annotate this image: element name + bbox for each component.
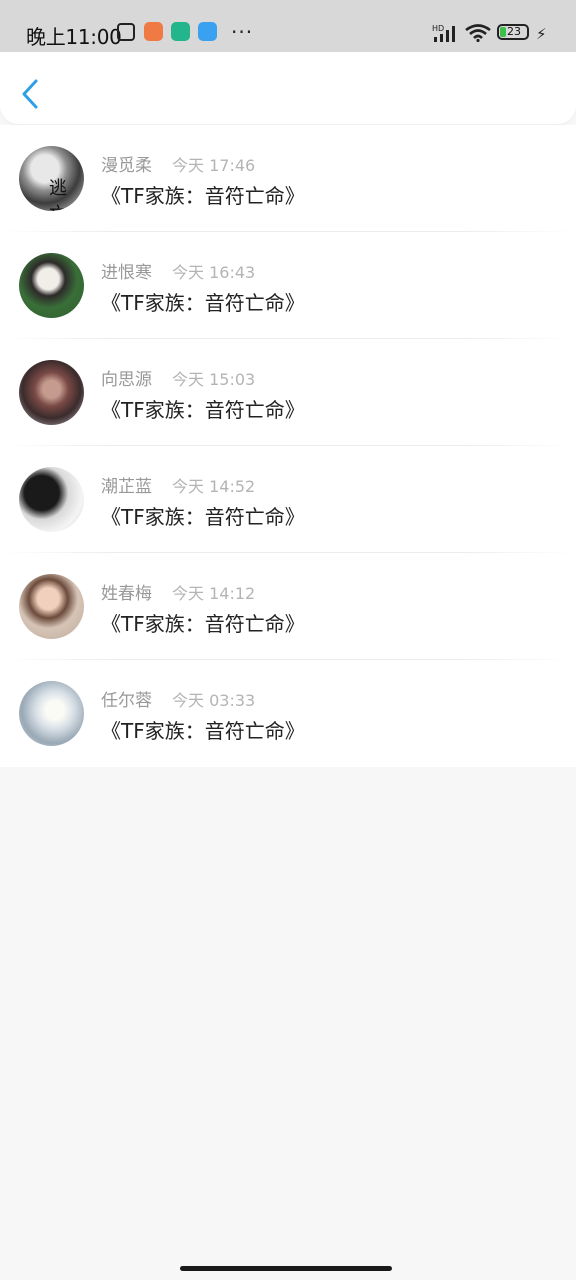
app-notification-icon xyxy=(198,22,217,41)
item-title[interactable]: 《TF家族：音符亡命》 xyxy=(101,394,305,423)
user-name[interactable]: 漫觅柔 xyxy=(101,151,152,176)
list-item[interactable]: 姓春梅 今天 14:12 《TF家族：音符亡命》 xyxy=(0,553,576,660)
network-label: HD xyxy=(432,24,444,33)
comment-list: 逃亡 漫觅柔 今天 17:46 《TF家族：音符亡命》 进恨寒 今天 16:43… xyxy=(0,125,576,767)
avatar-text: 逃亡 xyxy=(49,178,67,211)
app-notification-icon xyxy=(171,22,190,41)
list-item[interactable]: 潮芷蓝 今天 14:52 《TF家族：音符亡命》 xyxy=(0,446,576,553)
user-name[interactable]: 进恨寒 xyxy=(101,258,152,283)
timestamp: 今天 17:46 xyxy=(172,156,256,175)
list-item[interactable]: 进恨寒 今天 16:43 《TF家族：音符亡命》 xyxy=(0,232,576,339)
timestamp: 今天 03:33 xyxy=(172,691,256,710)
timestamp: 今天 14:12 xyxy=(172,584,256,603)
charging-icon: ⚡ xyxy=(536,25,547,43)
timestamp: 今天 15:03 xyxy=(172,370,256,389)
list-item[interactable]: 逃亡 漫觅柔 今天 17:46 《TF家族：音符亡命》 xyxy=(0,125,576,232)
list-item[interactable]: 向思源 今天 15:03 《TF家族：音符亡命》 xyxy=(0,339,576,446)
item-title[interactable]: 《TF家族：音符亡命》 xyxy=(101,608,305,637)
avatar[interactable] xyxy=(19,681,84,746)
top-bar xyxy=(0,52,576,124)
avatar[interactable] xyxy=(19,360,84,425)
app-notification-icon xyxy=(144,22,163,41)
item-title[interactable]: 《TF家族：音符亡命》 xyxy=(101,501,305,530)
timestamp: 今天 14:52 xyxy=(172,477,256,496)
user-name[interactable]: 向思源 xyxy=(101,365,152,390)
timestamp: 今天 16:43 xyxy=(172,263,256,282)
nfc-icon xyxy=(117,23,135,41)
list-item[interactable]: 任尔蓉 今天 03:33 《TF家族：音符亡命》 xyxy=(0,660,576,767)
item-title[interactable]: 《TF家族：音符亡命》 xyxy=(101,287,305,316)
avatar[interactable] xyxy=(19,467,84,532)
home-indicator[interactable] xyxy=(180,1266,392,1271)
user-name[interactable]: 潮芷蓝 xyxy=(101,472,152,497)
wifi-icon xyxy=(465,24,491,42)
back-chevron-icon[interactable] xyxy=(16,78,46,110)
signal-icon: HD xyxy=(432,24,455,42)
battery-icon: 23 xyxy=(497,24,529,40)
avatar[interactable]: 逃亡 xyxy=(19,146,84,211)
item-title[interactable]: 《TF家族：音符亡命》 xyxy=(101,180,305,209)
battery-level: 23 xyxy=(507,25,521,38)
avatar[interactable] xyxy=(19,253,84,318)
user-name[interactable]: 姓春梅 xyxy=(101,579,152,604)
status-bar: 晚上11:00 ··· HD 23 ⚡ xyxy=(0,0,576,52)
user-name[interactable]: 任尔蓉 xyxy=(101,686,152,711)
avatar[interactable] xyxy=(19,574,84,639)
more-notifications-icon: ··· xyxy=(231,20,254,44)
status-time: 晚上11:00 xyxy=(26,25,122,49)
item-title[interactable]: 《TF家族：音符亡命》 xyxy=(101,715,305,744)
